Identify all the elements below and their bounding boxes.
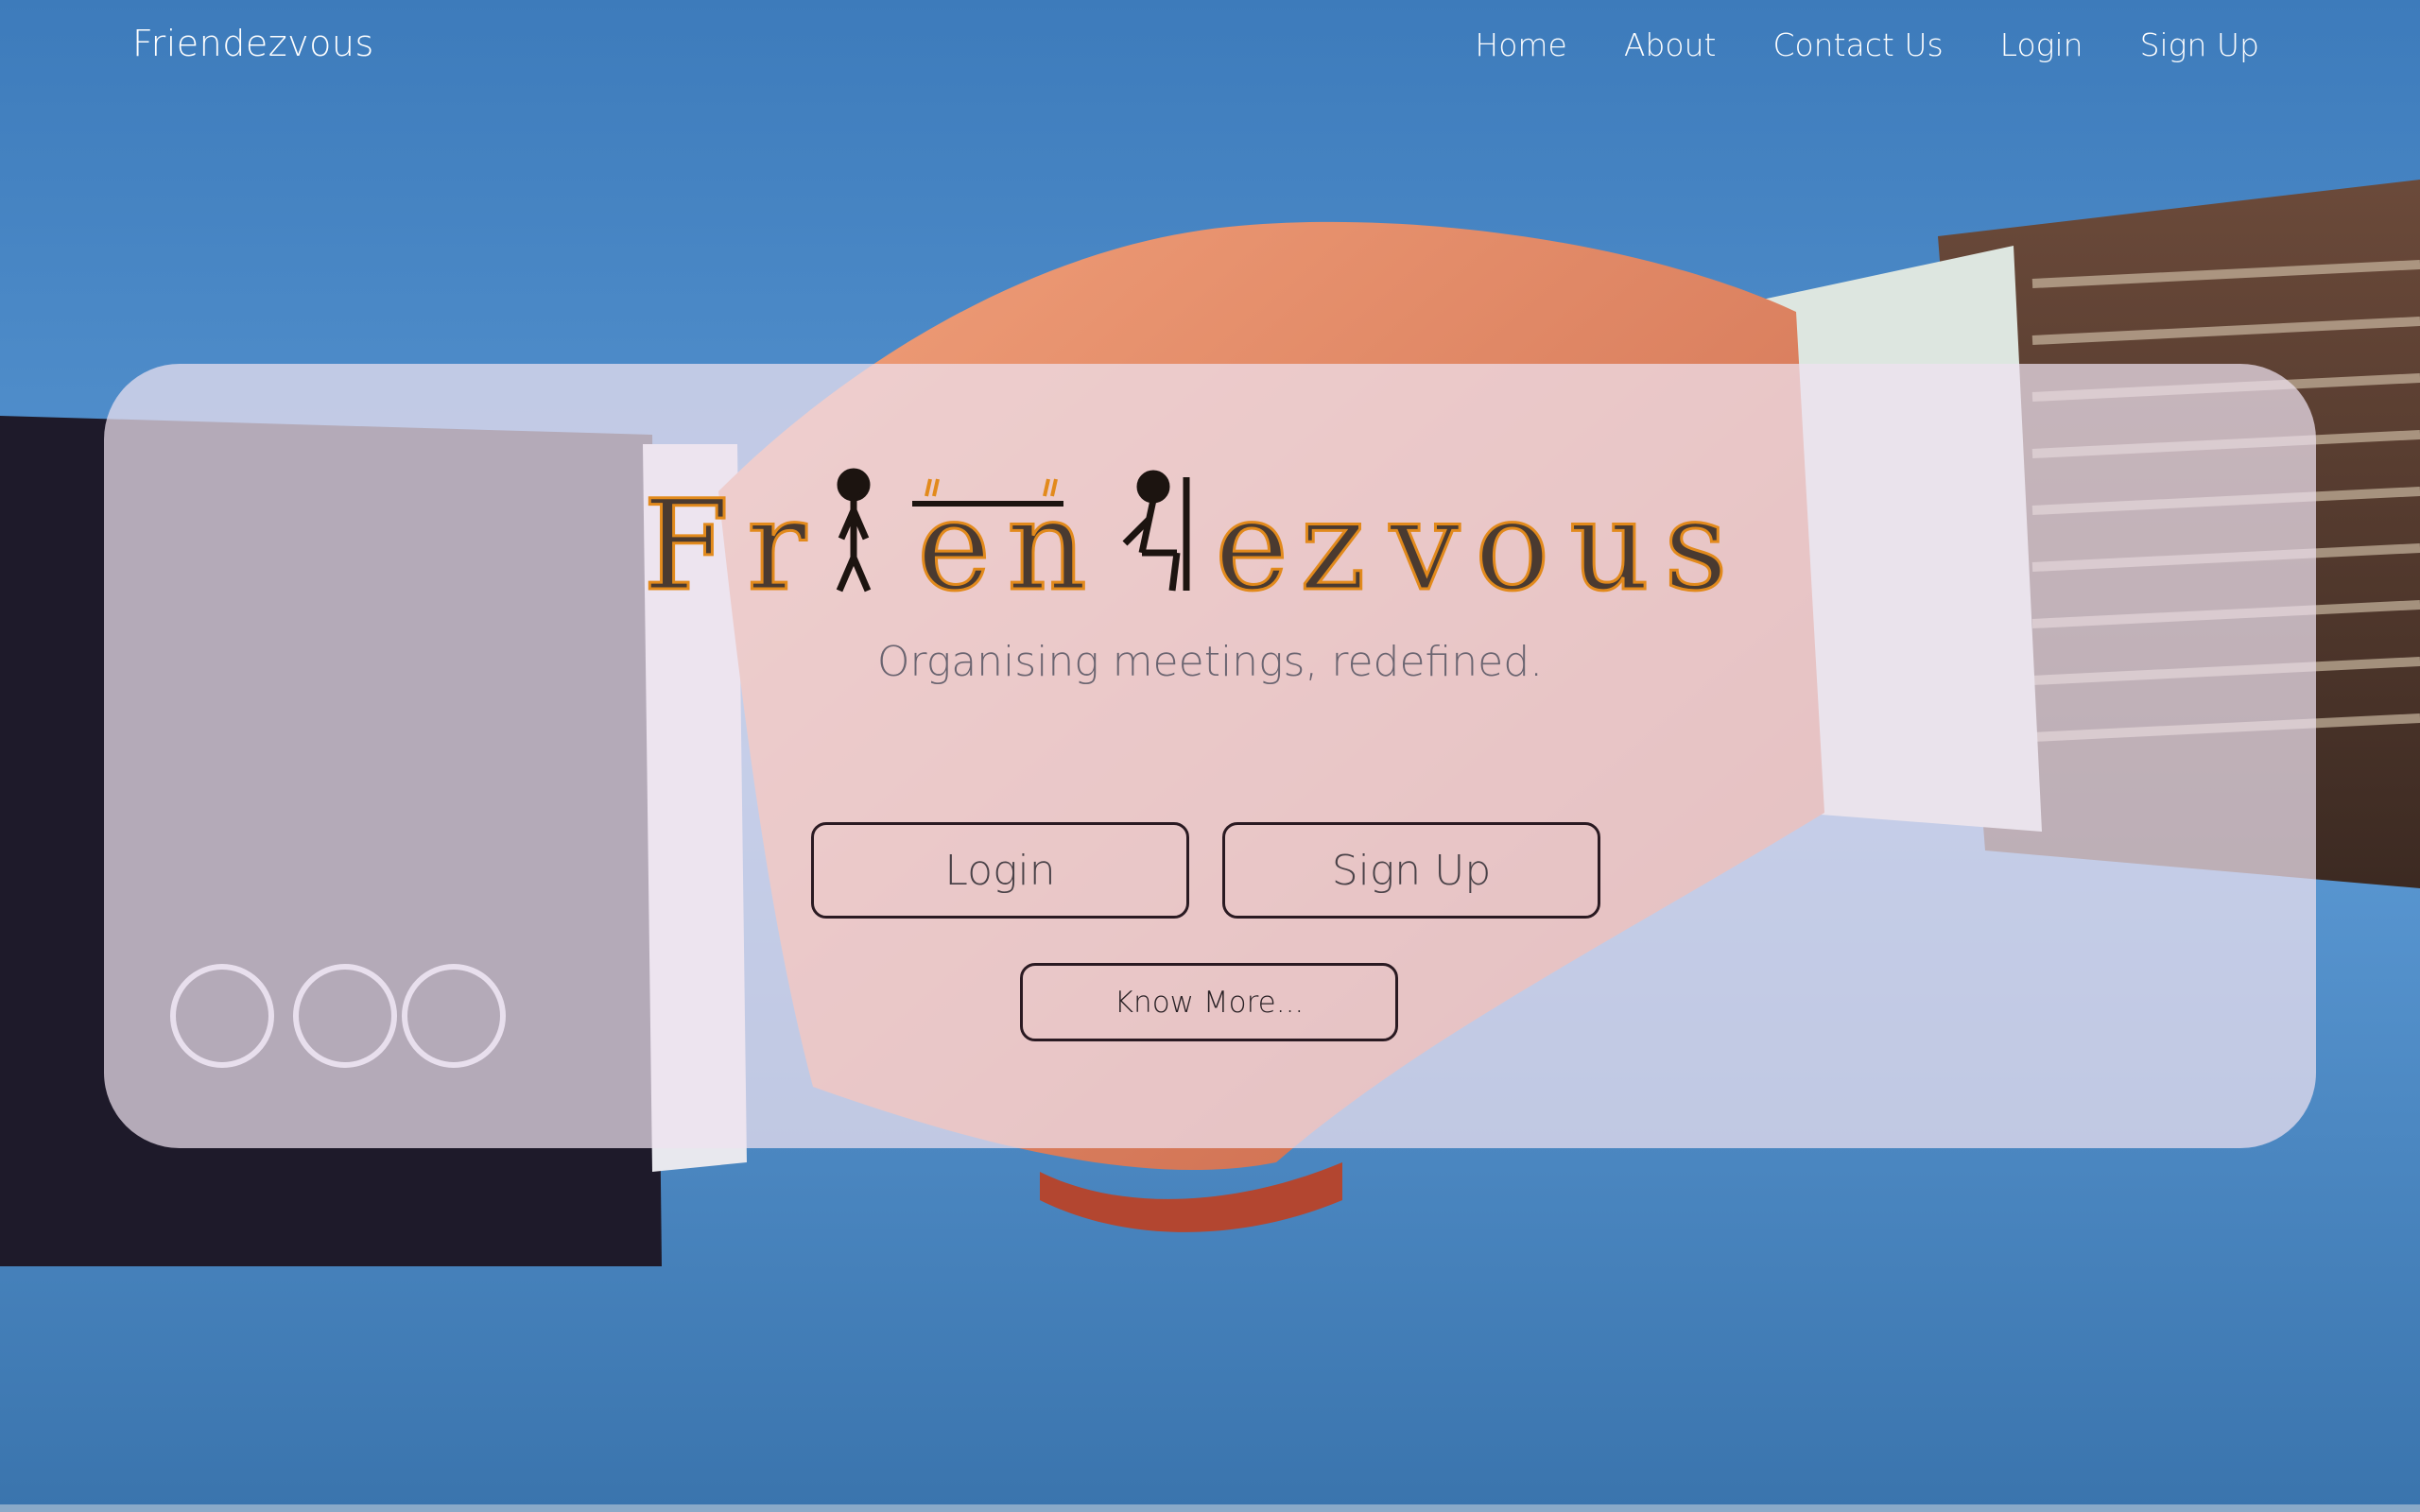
- brand-link[interactable]: Friendezvous: [132, 23, 374, 64]
- top-navbar: Friendezvous Home About Contact Us Login…: [0, 0, 2420, 94]
- know-more-button[interactable]: Know More...: [1020, 963, 1398, 1041]
- hero-panel: Frenezvous Organising meetings, redefine…: [104, 364, 2316, 1148]
- logo-letter: v: [1389, 473, 1461, 610]
- nav-about-link[interactable]: About: [1624, 26, 1717, 63]
- nav-home-link[interactable]: Home: [1475, 26, 1566, 63]
- nav-contact-link[interactable]: Contact Us: [1772, 26, 1943, 63]
- nav-links: Home About Contact Us Login Sign Up: [1475, 26, 2259, 63]
- nav-signup-link[interactable]: Sign Up: [2140, 26, 2259, 63]
- logo-letter: e: [1215, 473, 1288, 610]
- friendezvous-logo: Frenezvous: [104, 468, 2316, 610]
- landing-page: Friendezvous Home About Contact Us Login…: [0, 0, 2420, 1512]
- logo-letter: F: [643, 473, 730, 610]
- seated-figure-icon: [1122, 470, 1190, 592]
- tagline: Organising meetings, redefined.: [876, 638, 1544, 686]
- bottom-edge: [0, 1504, 2420, 1512]
- logo-letter: r: [747, 473, 807, 610]
- logo-letter: o: [1475, 473, 1549, 610]
- standing-figure-icon: [836, 468, 872, 593]
- logo-letter: s: [1664, 473, 1728, 610]
- login-button[interactable]: Login: [811, 822, 1189, 919]
- signup-button[interactable]: Sign Up: [1222, 822, 1600, 919]
- nav-login-link[interactable]: Login: [2000, 26, 2083, 63]
- logo-letter: u: [1569, 473, 1650, 610]
- logo-letter: z: [1300, 473, 1366, 610]
